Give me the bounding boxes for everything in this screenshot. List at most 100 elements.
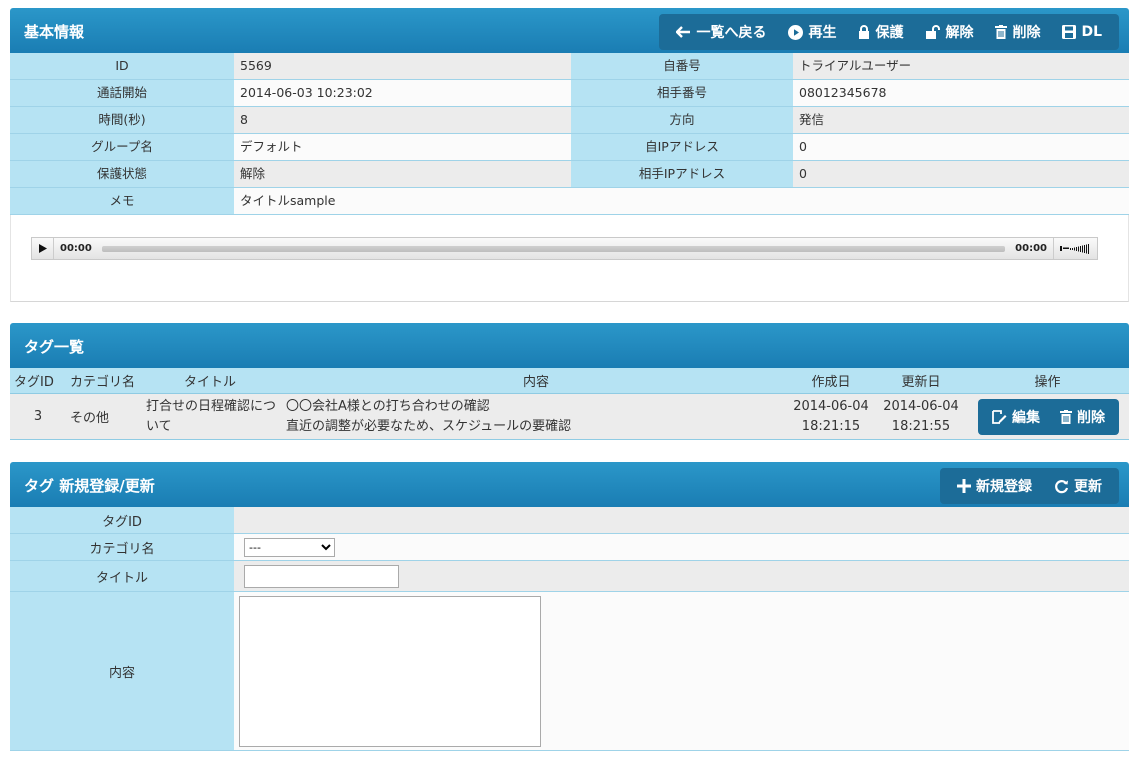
tag-list-header: タグ一覧 <box>10 323 1129 368</box>
info-row: 時間(秒) 8 方向 発信 <box>10 107 1129 134</box>
tag-content-line: 直近の調整が必要なため、スケジュールの要確認 <box>286 418 572 434</box>
tag-updated-cell: 2014-06-04 18:21:55 <box>876 397 966 437</box>
download-button[interactable]: DL <box>1051 14 1113 50</box>
tag-form-toolbar: 新規登録 更新 <box>940 468 1119 504</box>
table-row: 3 その他 打合せの日程確認につ いて 〇〇会社A様との打ち合わせの確認 直近の… <box>10 394 1129 440</box>
update-button[interactable]: 更新 <box>1043 468 1113 504</box>
audio-duration: 00:00 <box>1015 243 1047 254</box>
info-row: グループ名 デフォルト 自IPアドレス 0 <box>10 134 1129 161</box>
form-row-tag-id: タグID <box>10 507 1129 534</box>
col-created: 作成日 <box>811 375 851 390</box>
info-value: デフォルト <box>234 134 571 160</box>
tag-form-header: タグ 新規登録/更新 新規登録 更新 <box>10 462 1129 507</box>
tag-content-line: 〇〇会社A様との打ち合わせの確認 <box>286 398 490 414</box>
tag-form-title: タグ 新規登録/更新 <box>24 477 155 495</box>
tag-list-title: タグ一覧 <box>24 338 85 356</box>
play-triangle-icon <box>38 244 47 253</box>
tag-form-panel: タグ 新規登録/更新 新規登録 更新 タグID カテゴリ名 --- タイトル 内… <box>10 462 1129 751</box>
content-textarea[interactable] <box>239 596 541 747</box>
category-select[interactable]: --- <box>244 538 335 557</box>
title-field-cell <box>234 561 1129 591</box>
col-ops: 操作 <box>1034 375 1061 390</box>
edit-tag-button[interactable]: 編集 <box>982 399 1050 435</box>
refresh-icon <box>1054 479 1069 494</box>
title-input[interactable] <box>244 565 399 588</box>
release-label: 解除 <box>945 25 974 41</box>
back-to-list-label: 一覧へ戻る <box>696 25 767 41</box>
unlock-icon <box>925 25 941 39</box>
info-value: 0 <box>793 134 1129 160</box>
delete-tag-button[interactable]: 削除 <box>1050 399 1115 435</box>
info-value: 08012345678 <box>793 80 1129 106</box>
col-content: 内容 <box>522 375 549 390</box>
info-value: 5569 <box>234 53 571 79</box>
content-field-cell <box>234 592 1129 750</box>
tag-updated-date: 2014-06-04 <box>883 398 959 414</box>
edit-tag-label: 編集 <box>1012 409 1040 426</box>
tag-created-date: 2014-06-04 <box>793 398 869 414</box>
tag-title-cell: 打合せの日程確認につ いて <box>146 397 286 437</box>
audio-play-button[interactable] <box>32 238 54 259</box>
tag-list-panel: タグ一覧 タグID カテゴリ名 タイトル 内容 作成日 更新日 操作 3 その他… <box>10 323 1129 440</box>
back-to-list-button[interactable]: 一覧へ戻る <box>665 14 777 50</box>
tag-id-value <box>234 507 1129 533</box>
audio-volume-control[interactable] <box>1053 238 1097 259</box>
update-label: 更新 <box>1074 479 1102 495</box>
category-field-cell: --- <box>234 534 1129 560</box>
protect-button[interactable]: 保護 <box>847 14 914 50</box>
content-label: 内容 <box>10 592 234 750</box>
lock-icon <box>858 25 870 39</box>
info-label: 相手IPアドレス <box>571 161 793 187</box>
volume-icon <box>1059 244 1089 254</box>
info-label: 方向 <box>571 107 793 133</box>
info-label: ID <box>10 53 234 79</box>
info-panel-title: 基本情報 <box>24 23 85 41</box>
title-label: タイトル <box>10 561 234 591</box>
info-value: 2014-06-03 10:23:02 <box>234 80 571 106</box>
delete-button[interactable]: 削除 <box>984 14 1051 50</box>
info-label: 自番号 <box>571 53 793 79</box>
audio-area: 00:00 00:00 <box>10 215 1129 302</box>
arrow-left-icon <box>676 26 691 38</box>
form-row-title: タイトル <box>10 561 1129 592</box>
new-register-label: 新規登録 <box>976 479 1032 495</box>
download-label: DL <box>1081 24 1102 40</box>
info-label: グループ名 <box>10 134 234 160</box>
info-label: 時間(秒) <box>10 107 234 133</box>
memo-row: メモ タイトルsample <box>10 188 1129 215</box>
info-row: 保護状態 解除 相手IPアドレス 0 <box>10 161 1129 188</box>
plus-icon <box>957 479 971 493</box>
col-tag-id: タグID <box>14 375 54 390</box>
info-label: 相手番号 <box>571 80 793 106</box>
release-button[interactable]: 解除 <box>914 14 984 50</box>
audio-player: 00:00 00:00 <box>31 237 1098 260</box>
tag-title-line: 打合せの日程確認につ <box>146 398 277 414</box>
memo-value: タイトルsample <box>234 188 1129 214</box>
audio-progress-track[interactable] <box>101 245 1006 252</box>
info-value: 8 <box>234 107 571 133</box>
tag-title-line: いて <box>146 418 172 434</box>
play-label: 再生 <box>808 25 837 41</box>
tag-created-cell: 2014-06-04 18:21:15 <box>786 397 876 437</box>
tag-table-header: タグID カテゴリ名 タイトル 内容 作成日 更新日 操作 <box>10 368 1129 394</box>
new-register-button[interactable]: 新規登録 <box>946 468 1043 504</box>
info-value: 発信 <box>793 107 1129 133</box>
trash-icon <box>1060 409 1072 424</box>
category-label: カテゴリ名 <box>10 534 234 560</box>
col-category: カテゴリ名 <box>70 375 136 390</box>
info-panel-header: 基本情報 一覧へ戻る 再生 保護 解除 削除 DL <box>10 8 1129 53</box>
form-row-category: カテゴリ名 --- <box>10 534 1129 561</box>
tag-content-cell: 〇〇会社A様との打ち合わせの確認 直近の調整が必要なため、スケジュールの要確認 <box>286 397 786 437</box>
play-circle-icon <box>788 24 804 40</box>
edit-icon <box>992 409 1007 424</box>
memo-label: メモ <box>10 188 234 214</box>
protect-label: 保護 <box>875 25 904 41</box>
floppy-disk-icon <box>1062 25 1077 39</box>
tag-id-cell: 3 <box>33 409 43 424</box>
info-value: 0 <box>793 161 1129 187</box>
tag-updated-time: 18:21:55 <box>891 418 951 434</box>
play-button[interactable]: 再生 <box>777 14 847 50</box>
info-label: 保護状態 <box>10 161 234 187</box>
tag-ops-cell: 編集 削除 <box>966 398 1129 435</box>
delete-tag-label: 削除 <box>1077 409 1105 426</box>
